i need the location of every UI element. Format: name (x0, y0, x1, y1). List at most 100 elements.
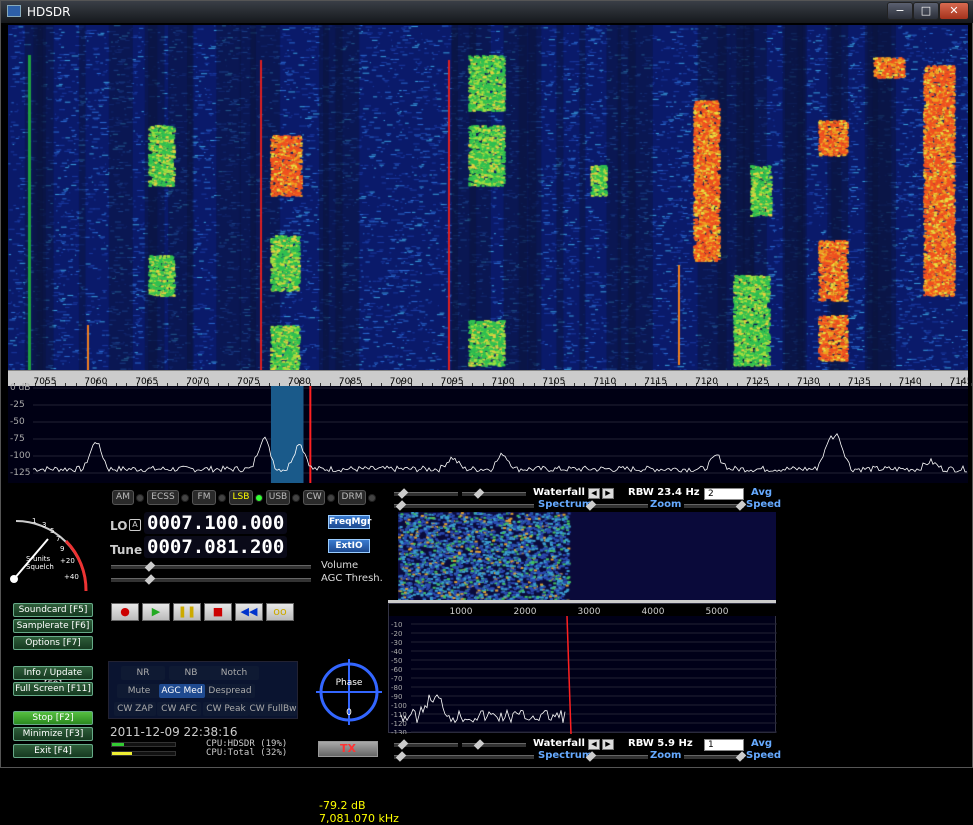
volume-slider[interactable] (111, 561, 311, 572)
af-y-label: -90 (391, 693, 402, 701)
minimize-button[interactable]: Minimize [F3] (13, 727, 93, 741)
af-speed-slider[interactable] (684, 751, 747, 762)
info-update-button[interactable]: Info / Update [F9] (13, 666, 93, 690)
rewind-button[interactable]: ◀◀ (235, 603, 263, 621)
af-x-label: 3000 (578, 607, 601, 617)
full-screen-button[interactable]: Full Screen [F11] (13, 682, 93, 696)
rf-spec-thumb[interactable] (395, 500, 407, 511)
agc-threshold-slider[interactable] (111, 574, 311, 585)
mode-ecss-button[interactable]: ECSS (147, 490, 179, 505)
rf-wf-thumb-2[interactable] (473, 488, 485, 499)
spectrum-y-label: -100 (10, 451, 31, 461)
phase-label: Phase (336, 678, 363, 688)
soundcard-button[interactable]: Soundcard [F5] (13, 603, 93, 617)
s9: 9 (60, 545, 64, 553)
af-filter-edge[interactable] (566, 615, 572, 734)
minimize-window-button[interactable]: − (887, 2, 913, 20)
exit-button[interactable]: Exit [F4] (13, 744, 93, 758)
cpu-hdsdr-fill (112, 743, 124, 746)
cw-zap-button[interactable]: CW ZAP (114, 702, 156, 716)
af-wf-thumb-2[interactable] (473, 739, 485, 750)
rf-zoom-left[interactable]: ◀ (588, 488, 600, 499)
cw-afc-button[interactable]: CW AFC (157, 702, 201, 716)
stop-button[interactable]: Stop [F2] (13, 711, 93, 725)
rf-wf-thumb-1[interactable] (397, 488, 409, 499)
phase-value: 0 (346, 708, 352, 718)
nr-button[interactable]: NR (121, 666, 165, 680)
mode-usb-led (292, 494, 300, 502)
agc-button[interactable]: AGC Med (159, 684, 205, 698)
loop-button[interactable]: oo (266, 603, 294, 621)
record-button[interactable]: ● (111, 603, 139, 621)
lo-a-badge[interactable]: A (129, 519, 141, 531)
af-spectrum-trace (400, 694, 566, 724)
af-waterfall-slider-2[interactable] (462, 739, 526, 750)
cw-fullbw-button[interactable]: CW FullBw (249, 702, 297, 716)
despread-button[interactable]: Despread (205, 684, 255, 698)
close-window-button[interactable]: ✕ (939, 2, 969, 20)
af-zoom-left[interactable]: ◀ (588, 739, 600, 750)
s20: +20 (60, 557, 75, 565)
af-spec-thumb[interactable] (395, 751, 407, 762)
af-spectrum-label: Spectrum (538, 750, 593, 761)
rf-waterfall-slider-2[interactable] (462, 488, 526, 499)
maximize-window-button[interactable]: □ (913, 2, 939, 20)
nb-button[interactable]: NB (169, 666, 213, 680)
lo-frequency[interactable]: 0007.100.000 (144, 512, 288, 534)
tx-button[interactable]: TX (318, 741, 378, 757)
rf-waterfall[interactable] (8, 25, 968, 370)
s7: 7 (56, 535, 60, 543)
frequency-ruler[interactable]: 7055 7060 7065 7070 7075 7080 7085 7090 7095 7100… (8, 370, 972, 387)
notch-button[interactable]: Notch (209, 666, 259, 680)
cw-peak-button[interactable]: CW Peak (203, 702, 249, 716)
af-y-label: -50 (391, 657, 402, 665)
af-y-label: -10 (391, 621, 402, 629)
af-avg-select[interactable]: 1 (704, 739, 744, 751)
rf-speed-thumb[interactable] (735, 500, 747, 511)
af-waterfall-label: Waterfall (533, 738, 585, 749)
app-icon (7, 5, 21, 17)
play-button[interactable]: ▶ (142, 603, 170, 621)
rf-speed-slider[interactable] (684, 500, 747, 511)
af-spectrum[interactable]: 1000 2000 3000 4000 5000 -10 -20 -30 -40 -50 -60 -7… (388, 603, 777, 734)
af-waterfall[interactable] (398, 512, 776, 600)
dsp-panel: NR NB Notch Mute AGC Med Despread CW ZAP… (108, 661, 298, 719)
rf-zoom-slider[interactable] (585, 500, 648, 511)
mute-button[interactable]: Mute (117, 684, 161, 698)
af-y-label: -130 (391, 729, 407, 734)
phase-knob[interactable]: Phase 0 (314, 657, 384, 727)
af-waterfall-slider-1[interactable] (394, 739, 458, 750)
pause-button[interactable]: ❚❚ (173, 603, 201, 621)
mode-drm-button[interactable]: DRM (338, 490, 366, 505)
s-units-label: S-units (26, 555, 51, 563)
mode-fm-button[interactable]: FM (192, 490, 216, 505)
lo-label: LO (110, 519, 128, 533)
agc-threshold-label: AGC Thresh. (321, 573, 383, 584)
cpu-total-bar (111, 751, 176, 756)
title-bar[interactable]: HDSDR − □ ✕ (1, 1, 973, 23)
rf-spectrum-slider[interactable] (394, 500, 534, 511)
readout-db: -79.2 dB (319, 799, 366, 812)
samplerate-button[interactable]: Samplerate [F6] (13, 619, 93, 633)
stop-playback-button[interactable]: ■ (204, 603, 232, 621)
af-spectrum-slider[interactable] (394, 751, 534, 762)
freqmgr-button[interactable]: FreqMgr (328, 515, 371, 529)
af-zoom-right[interactable]: ▶ (602, 739, 614, 750)
mode-cw-button[interactable]: CW (303, 490, 325, 505)
options-button[interactable]: Options [F7] (13, 636, 93, 650)
tune-frequency[interactable]: 0007.081.200 (144, 536, 288, 558)
af-wf-thumb-1[interactable] (397, 739, 409, 750)
extio-button[interactable]: ExtIO (328, 539, 370, 553)
rf-spectrum[interactable]: -79.2 dB 7,081.070 kHz 0 dB -25 -50 -75 -100… (8, 383, 968, 825)
readout-freq: 7,081.070 kHz (319, 812, 399, 825)
rf-avg-select[interactable]: 2 (704, 488, 744, 500)
rf-zoom-right[interactable]: ▶ (602, 488, 614, 499)
volume-thumb[interactable] (144, 561, 156, 572)
rf-waterfall-slider-1[interactable] (394, 488, 458, 499)
mode-am-button[interactable]: AM (112, 490, 134, 505)
mode-lsb-button[interactable]: LSB (229, 490, 253, 505)
agc-threshold-thumb[interactable] (144, 574, 156, 585)
mode-usb-button[interactable]: USB (266, 490, 290, 505)
af-speed-thumb[interactable] (735, 751, 747, 762)
af-zoom-slider[interactable] (585, 751, 648, 762)
